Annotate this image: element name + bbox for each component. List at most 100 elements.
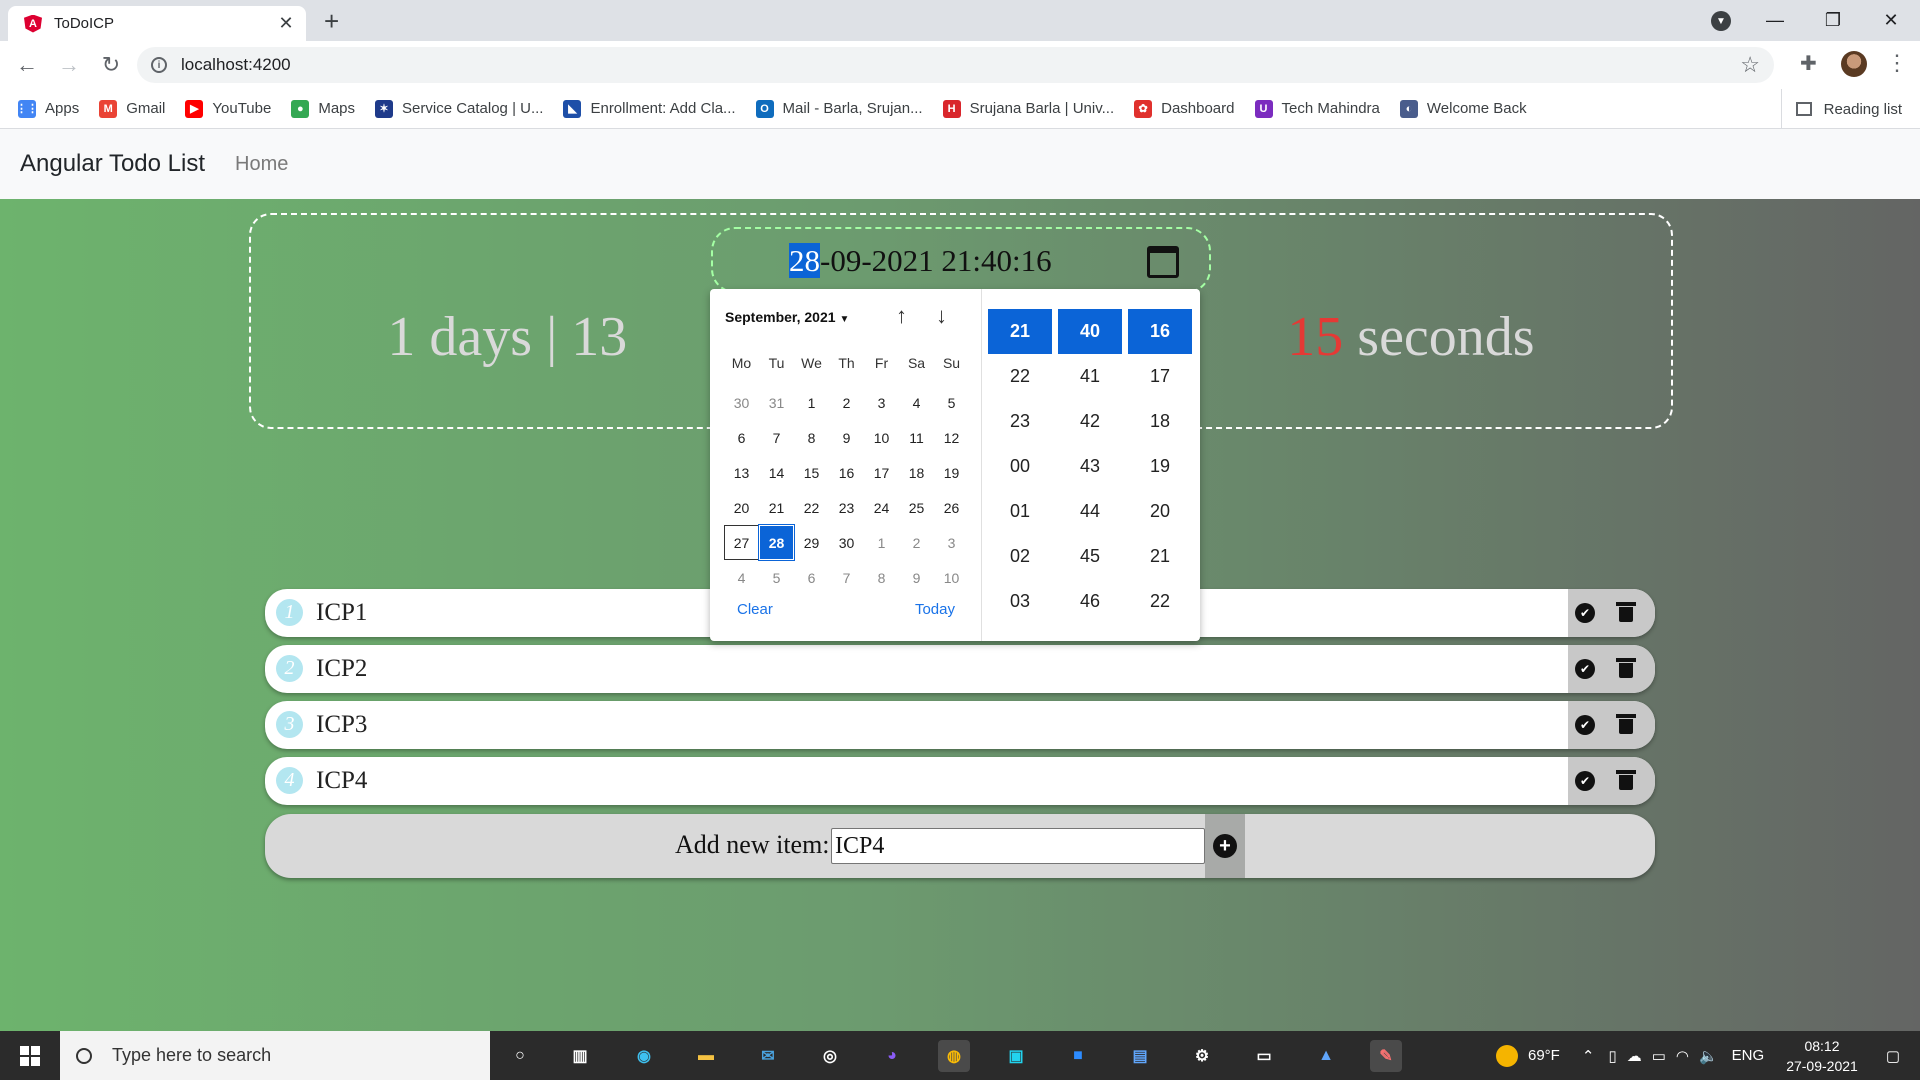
complete-check-icon[interactable]: ✔ (1575, 715, 1595, 735)
address-bar[interactable]: i localhost:4200 ☆ (137, 47, 1774, 83)
bookmark-item[interactable]: M Gmail (99, 99, 165, 118)
second-option[interactable]: 20 (1128, 489, 1192, 534)
bookmark-item[interactable]: O Mail - Barla, Srujan... (755, 99, 923, 118)
second-option[interactable]: 16 (1128, 309, 1192, 354)
calendar-icon[interactable] (1147, 246, 1179, 278)
chrome-icon[interactable]: ◍ (938, 1040, 970, 1072)
calendar-day[interactable]: 10 (934, 560, 969, 595)
calendar-day[interactable]: 6 (724, 420, 759, 455)
calendar-day[interactable]: 31 (759, 385, 794, 420)
profile-avatar[interactable] (1841, 51, 1867, 77)
delete-trash-icon[interactable] (1616, 602, 1636, 622)
calendar-day[interactable]: 3 (864, 385, 899, 420)
windows-start-icon[interactable] (20, 1046, 40, 1066)
tab-close-icon[interactable]: ✕ (276, 13, 296, 34)
hour-option[interactable]: 02 (988, 534, 1052, 579)
dell-icon[interactable]: ◎ (814, 1040, 846, 1072)
second-option[interactable]: 21 (1128, 534, 1192, 579)
language-indicator[interactable]: ENG (1732, 1047, 1765, 1064)
datetime-rest[interactable]: -09-2021 21:40:16 (820, 243, 1052, 278)
restore-button[interactable]: ❐ (1804, 10, 1862, 31)
minute-option[interactable]: 44 (1058, 489, 1122, 534)
second-option[interactable]: 22 (1128, 579, 1192, 624)
calendar-day[interactable]: 23 (829, 490, 864, 525)
todo-text[interactable]: ICP2 (316, 655, 367, 683)
today-day[interactable]: 27 (724, 525, 759, 560)
reading-list-button[interactable]: Reading list (1780, 89, 1902, 129)
wifi-icon[interactable]: ◠ (1676, 1047, 1689, 1065)
hour-option[interactable]: 03 (988, 579, 1052, 624)
calendar-day[interactable]: 5 (759, 560, 794, 595)
add-item-input[interactable]: ICP4 (831, 828, 1205, 864)
taskbar-search[interactable]: Type here to search (60, 1031, 490, 1080)
calendar-day[interactable]: 30 (724, 385, 759, 420)
clear-button[interactable]: Clear (737, 601, 773, 618)
extensions-puzzle-icon[interactable]: ✚ (1800, 51, 1817, 76)
settings-gear-icon[interactable]: ⚙ (1186, 1040, 1218, 1072)
nav-home-link[interactable]: Home (235, 153, 288, 176)
calendar-day[interactable]: 1 (794, 385, 829, 420)
notifications-icon[interactable]: ▢ (1886, 1047, 1900, 1065)
terminal-icon[interactable]: ▭ (1248, 1040, 1280, 1072)
calendar-day[interactable]: 2 (829, 385, 864, 420)
minute-option[interactable]: 46 (1058, 579, 1122, 624)
calendar-day[interactable]: 26 (934, 490, 969, 525)
delete-trash-icon[interactable] (1616, 770, 1636, 790)
hour-option[interactable]: 01 (988, 489, 1052, 534)
onedrive-icon[interactable]: ☁ (1627, 1047, 1642, 1065)
battery-icon[interactable]: ▭ (1652, 1047, 1666, 1065)
bookmark-item[interactable]: ◐ Welcome Back (1399, 99, 1527, 118)
second-option[interactable]: 18 (1128, 399, 1192, 444)
task-view-icon[interactable]: ▥ (564, 1040, 596, 1072)
minute-option[interactable]: 43 (1058, 444, 1122, 489)
edge-icon[interactable]: ◉ (628, 1040, 660, 1072)
calendar-day[interactable]: 19 (934, 455, 969, 490)
calendar-day[interactable]: 12 (934, 420, 969, 455)
todo-text[interactable]: ICP4 (316, 767, 367, 795)
calendar-day[interactable]: 29 (794, 525, 829, 560)
calendar-day[interactable]: 18 (899, 455, 934, 490)
forward-icon[interactable]: → (54, 52, 84, 78)
github-icon[interactable]: ◕ (876, 1040, 908, 1072)
volume-icon[interactable]: 🔈 (1699, 1047, 1718, 1065)
minimize-button[interactable]: — (1746, 10, 1804, 31)
calendar-day[interactable]: 21 (759, 490, 794, 525)
new-tab-button[interactable]: + (324, 8, 339, 34)
delete-trash-icon[interactable] (1616, 714, 1636, 734)
weather-sun-icon[interactable] (1496, 1044, 1518, 1067)
datetime-input[interactable]: 28-09-2021 21:40:16 (711, 227, 1211, 293)
chrome-menu-icon[interactable]: ⋮ (1886, 50, 1908, 76)
hour-option[interactable]: 21 (988, 309, 1052, 354)
reload-icon[interactable]: ↻ (96, 52, 126, 78)
file-explorer-icon[interactable]: ▬ (690, 1040, 722, 1072)
bookmark-item[interactable]: ✶ Service Catalog | U... (375, 99, 543, 118)
minute-option[interactable]: 45 (1058, 534, 1122, 579)
bookmark-item[interactable]: ◣ Enrollment: Add Cla... (563, 99, 736, 118)
webstorm-icon[interactable]: ▣ (1000, 1040, 1032, 1072)
calendar-day[interactable]: 9 (899, 560, 934, 595)
hour-option[interactable]: 23 (988, 399, 1052, 444)
bookmark-item[interactable]: U Tech Mahindra (1254, 99, 1380, 118)
tray-chevron-icon[interactable]: ⌃ (1582, 1047, 1595, 1065)
weather-temp[interactable]: 69°F (1528, 1047, 1560, 1064)
calendar-day[interactable]: 20 (724, 490, 759, 525)
browser-tab[interactable]: A ToDoICP ✕ (8, 6, 306, 41)
paint-icon[interactable]: ✎ (1370, 1040, 1402, 1072)
today-button[interactable]: Today (915, 601, 955, 618)
hour-option[interactable]: 00 (988, 444, 1052, 489)
selected-day[interactable]: 28 (758, 524, 795, 561)
calendar-day[interactable]: 3 (934, 525, 969, 560)
tab-search-icon[interactable]: ▼ (1711, 11, 1731, 31)
calendar-day[interactable]: 14 (759, 455, 794, 490)
bookmark-item[interactable]: ● Maps (291, 99, 355, 118)
calendar-day[interactable]: 7 (759, 420, 794, 455)
bookmark-star-icon[interactable]: ☆ (1740, 52, 1760, 78)
app-brand[interactable]: Angular Todo List (20, 150, 205, 178)
calendar-day[interactable]: 24 (864, 490, 899, 525)
month-year-selector[interactable]: September, 2021 ▼ (725, 309, 849, 325)
taskbar-clock[interactable]: 08:12 27-09-2021 (1786, 1036, 1858, 1076)
calendar-day[interactable]: 2 (899, 525, 934, 560)
outlook-taskbar-icon[interactable]: ▤ (1124, 1040, 1156, 1072)
url-text[interactable]: localhost:4200 (181, 55, 1740, 75)
add-item-button[interactable]: + (1205, 814, 1245, 878)
